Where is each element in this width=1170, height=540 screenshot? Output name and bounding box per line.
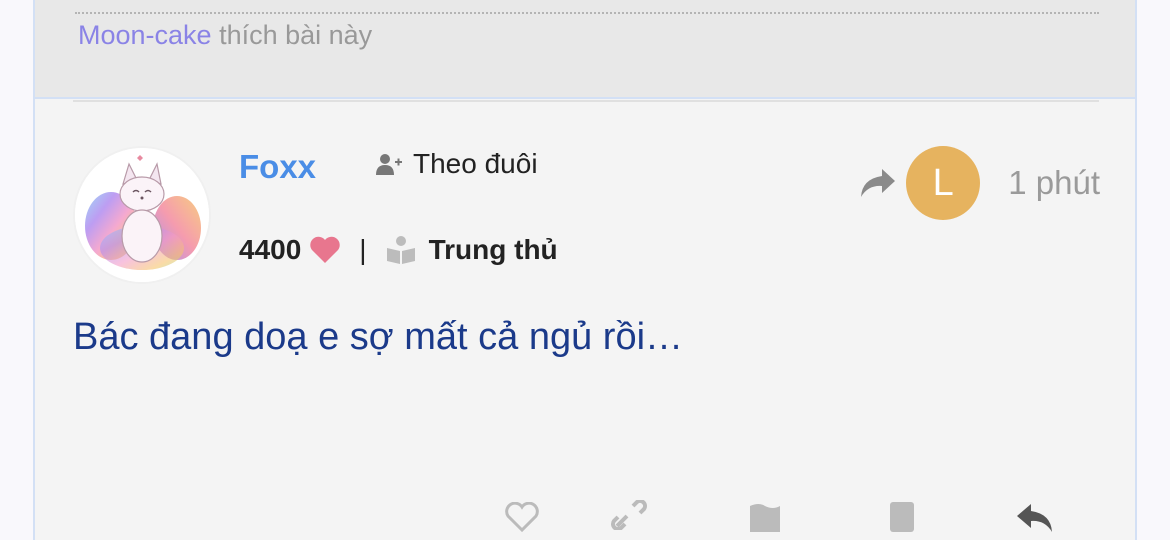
user-avatar[interactable] <box>75 148 209 282</box>
stats-divider: | <box>359 234 367 265</box>
user-stats: 4400 | Trung thủ <box>239 234 558 266</box>
fox-avatar-image <box>75 148 209 282</box>
points-value: 4400 <box>239 234 302 265</box>
username-link[interactable]: Foxx <box>239 148 316 186</box>
rank-label: Trung thủ <box>428 234 558 265</box>
share-icon[interactable] <box>858 167 896 199</box>
dotted-divider <box>75 12 1099 14</box>
like-icon[interactable] <box>503 502 541 532</box>
heart-icon <box>310 236 340 263</box>
follow-button[interactable]: Theo đuôi <box>375 148 538 180</box>
liker-name-link[interactable]: Moon-cake <box>78 20 212 50</box>
link-icon[interactable] <box>609 500 649 530</box>
follow-label: Theo đuôi <box>413 148 538 179</box>
user-plus-icon <box>376 154 402 175</box>
post-time[interactable]: 1 phút <box>1008 164 1100 202</box>
likes-line: Moon-cake thích bài này <box>78 20 372 51</box>
likes-summary: Moon-cake thích bài này <box>35 0 1135 99</box>
bookmark-icon[interactable] <box>887 502 917 532</box>
post-card: Moon-cake thích bài này Foxx Theo đuôi 4… <box>33 0 1137 540</box>
reply-icon[interactable] <box>1015 502 1055 532</box>
flag-icon[interactable] <box>747 502 783 532</box>
post-content: Bác đang doạ e sợ mất cả ngủ rồi… <box>73 316 684 358</box>
post-meta: L 1 phút <box>858 146 1100 220</box>
likes-suffix: thích bài này <box>211 20 373 50</box>
viewer-avatar[interactable]: L <box>906 146 981 220</box>
book-icon <box>386 236 415 264</box>
post-separator <box>73 100 1099 102</box>
